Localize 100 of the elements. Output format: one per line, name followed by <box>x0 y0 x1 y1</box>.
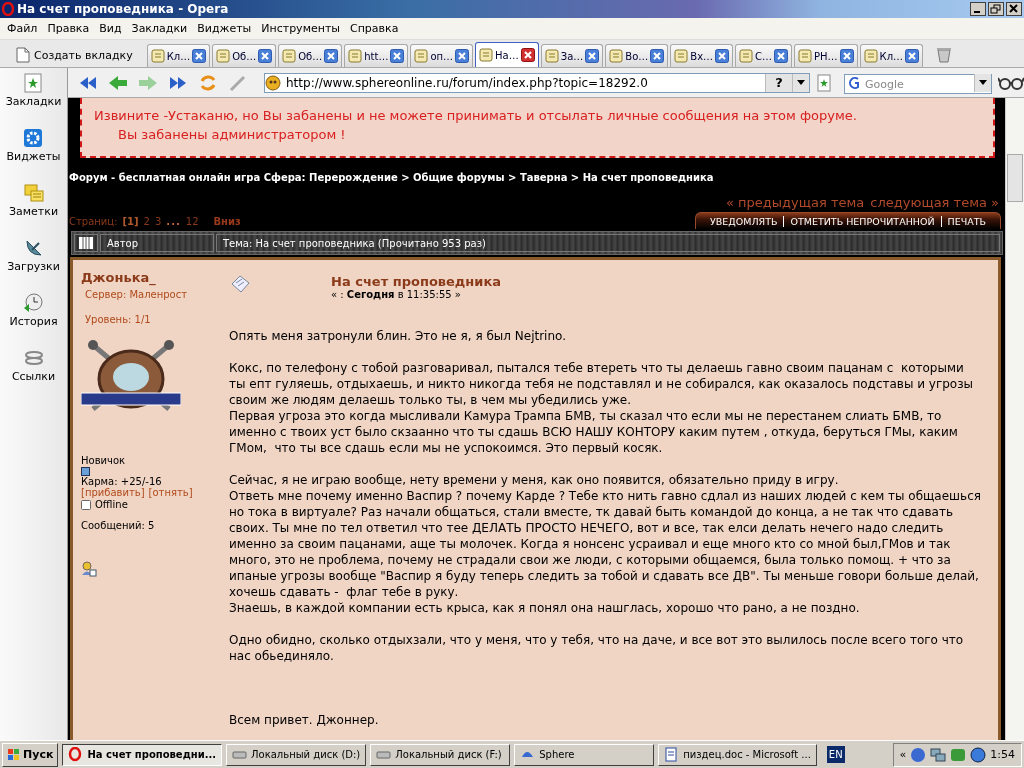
browser-tab[interactable]: За… <box>540 44 604 67</box>
breadcrumb[interactable]: Форум - бесплатная онлайн игра Сфера: Перерождение > Общие форумы > Таверна > На счет проповедника <box>69 172 1005 183</box>
notes-icon <box>22 182 45 204</box>
browser-tab[interactable]: На… <box>475 42 539 67</box>
favicon-icon <box>674 49 689 63</box>
karma-link[interactable]: [прибавить] <box>81 487 145 498</box>
action-link[interactable]: ОТМЕТИТЬ НЕПРОЧИТАННОЙ <box>783 216 941 227</box>
topic-nav-link[interactable]: « предыдущая тема <box>726 195 865 210</box>
close-icon[interactable] <box>324 49 339 63</box>
post-paragraph: Одно обидно, сколько отдыхзали, что у меня, что у тебя, что на даче, и все вот это вылилось после всего того что нас обьединяло. <box>229 632 965 664</box>
close-icon[interactable] <box>650 49 665 63</box>
browser-tab[interactable]: оп… <box>410 44 474 67</box>
favicon-icon <box>414 49 429 63</box>
user-icon[interactable] <box>81 561 97 577</box>
close-icon[interactable] <box>390 49 405 63</box>
close-icon[interactable] <box>455 49 470 63</box>
status-icon <box>81 499 91 510</box>
status-label: Offline <box>95 499 128 510</box>
sidebar-item[interactable]: Ссылки <box>11 347 56 402</box>
browser-tab[interactable]: Об… <box>212 44 277 67</box>
sidebar-item[interactable]: История <box>9 292 58 347</box>
browser-tab[interactable]: Кл… <box>146 44 211 67</box>
level-label: Уровень: 1/1 <box>85 314 152 325</box>
menu-item[interactable]: Справка <box>345 20 404 37</box>
browser-tab[interactable]: PH… <box>794 44 858 67</box>
close-icon[interactable] <box>520 48 535 62</box>
opera-logo-icon <box>68 747 84 762</box>
taskbar-button[interactable]: пиздец.doc - Microsoft ... <box>658 743 817 766</box>
menu-item[interactable]: Правка <box>42 20 95 37</box>
sidebar-item[interactable]: Загрузки <box>7 237 60 292</box>
dropdown-arrow-icon[interactable] <box>979 80 987 85</box>
post-paragraph: Всем привет. Джоннер. <box>229 712 380 728</box>
menu-item[interactable]: Файл <box>2 20 43 37</box>
posts-count: Сообщений: 5 <box>81 520 156 531</box>
karma-label: Карма: +25/-16 <box>81 476 162 487</box>
header-cell: Автор <box>100 234 214 252</box>
close-icon[interactable] <box>192 49 207 63</box>
taskbar-button[interactable]: Sphere <box>514 743 655 766</box>
close-icon[interactable] <box>839 49 854 63</box>
browser-tab[interactable]: С… <box>735 44 793 67</box>
close-icon[interactable] <box>258 49 273 63</box>
browser-tab[interactable]: Во… <box>605 44 669 67</box>
rank-icon <box>81 467 90 476</box>
close-icon[interactable] <box>774 49 789 63</box>
tray-icon[interactable] <box>910 746 927 763</box>
taskbar-button[interactable]: Локальный диск (F:) <box>370 743 511 766</box>
scroll-thumb[interactable] <box>1007 154 1023 202</box>
site-icon <box>265 74 281 91</box>
header-cell: Тема: На счет проповедника (Прочитано 953 раз) <box>216 234 1000 252</box>
tray-expand-button[interactable]: « <box>899 748 907 761</box>
address-field[interactable]: http://www.sphereonline.ru/forum/index.php?topic=18292.0 ? <box>264 72 810 93</box>
favicon-icon <box>863 49 878 63</box>
menu-item[interactable]: Закладки <box>126 20 193 37</box>
network-icon[interactable] <box>930 746 947 763</box>
language-indicator[interactable]: EN <box>826 746 845 763</box>
author-name[interactable]: Джонька_ <box>81 270 221 285</box>
scrollbar[interactable] <box>1005 98 1024 740</box>
bookmark-page-icon[interactable] <box>816 73 832 92</box>
action-link[interactable]: УВЕДОМЛЯТЬ <box>704 216 784 227</box>
close-icon[interactable] <box>715 49 730 63</box>
action-link[interactable]: ПЕЧАТЬ <box>940 216 992 227</box>
page-link[interactable]: [1] <box>122 216 139 227</box>
browser-tab[interactable]: Вх… <box>670 44 734 67</box>
help-button[interactable]: ? <box>765 73 792 92</box>
favicon-icon <box>739 49 754 63</box>
globe-icon[interactable] <box>970 746 987 763</box>
start-button[interactable]: Пуск <box>2 742 59 767</box>
taskbar-button[interactable]: На счет проповедни... <box>62 743 223 766</box>
browser-tab[interactable]: Об… <box>278 44 343 67</box>
favicon-icon <box>282 49 297 63</box>
clock-icon <box>22 292 45 314</box>
karma-link[interactable]: [отнять] <box>148 487 193 498</box>
rank-label: Новичок <box>81 455 127 466</box>
sidebar-item[interactable]: Закладки <box>5 72 62 127</box>
menu-item[interactable]: Инструменты <box>256 20 345 37</box>
new-tab-button[interactable]: Создать вкладку <box>10 43 139 67</box>
page-icon <box>79 237 93 249</box>
pages-label: Страниц: <box>69 216 118 227</box>
window-title: На счет проповедника - Opera <box>17 2 230 16</box>
close-icon[interactable] <box>905 49 920 63</box>
topic-nav-link[interactable]: следующая тема » <box>870 195 999 210</box>
post-icon <box>229 274 251 294</box>
post-title[interactable]: На счет проповедника <box>331 274 502 289</box>
favicon-icon <box>798 49 813 63</box>
menu-item[interactable]: Виджеты <box>192 20 257 37</box>
restore-button[interactable] <box>988 2 1004 16</box>
sidebar-item[interactable]: Заметки <box>8 182 59 237</box>
browser-tab[interactable]: htt… <box>344 44 409 67</box>
taskbar-button[interactable]: Локальный диск (D:) <box>226 743 367 766</box>
favicon-icon <box>348 49 363 63</box>
menu-item[interactable]: Вид <box>94 20 127 37</box>
sidebar-item[interactable]: Виджеты <box>6 127 61 182</box>
favicon-icon <box>544 49 559 63</box>
minimize-button[interactable] <box>970 2 986 16</box>
close-icon[interactable] <box>585 49 600 63</box>
post-paragraph: Кокс, по телефону с тобой разговаривал, пытался тебе втереть что ты делаешь гавно своим пацанам с которыми ты епт гуляешь, отдыхаешь, и никто никогда тебя не подставлял и не собирался, как оказалось подставы и угрозы своим же людям делаешь только ты, в чем мы убедились уже. Первая угроза это когда мысливали Камура Трампа БМВ, ты сказал что если мы не перестанем слиать БМВ, то именно с твоих уст было скзаанно что ты сдашь ВСЮ НАШУ КОНТОРУ каким путем , откуда, беруться ГМы, каким ГМом, что ты все сдашь если мы не успокоимся. Это первый косяк. <box>229 360 974 456</box>
browser-tab[interactable]: Кл… <box>859 44 924 67</box>
close-button[interactable] <box>1006 2 1022 16</box>
dropdown-arrow-icon[interactable] <box>797 80 805 85</box>
favicon-icon <box>479 48 494 62</box>
